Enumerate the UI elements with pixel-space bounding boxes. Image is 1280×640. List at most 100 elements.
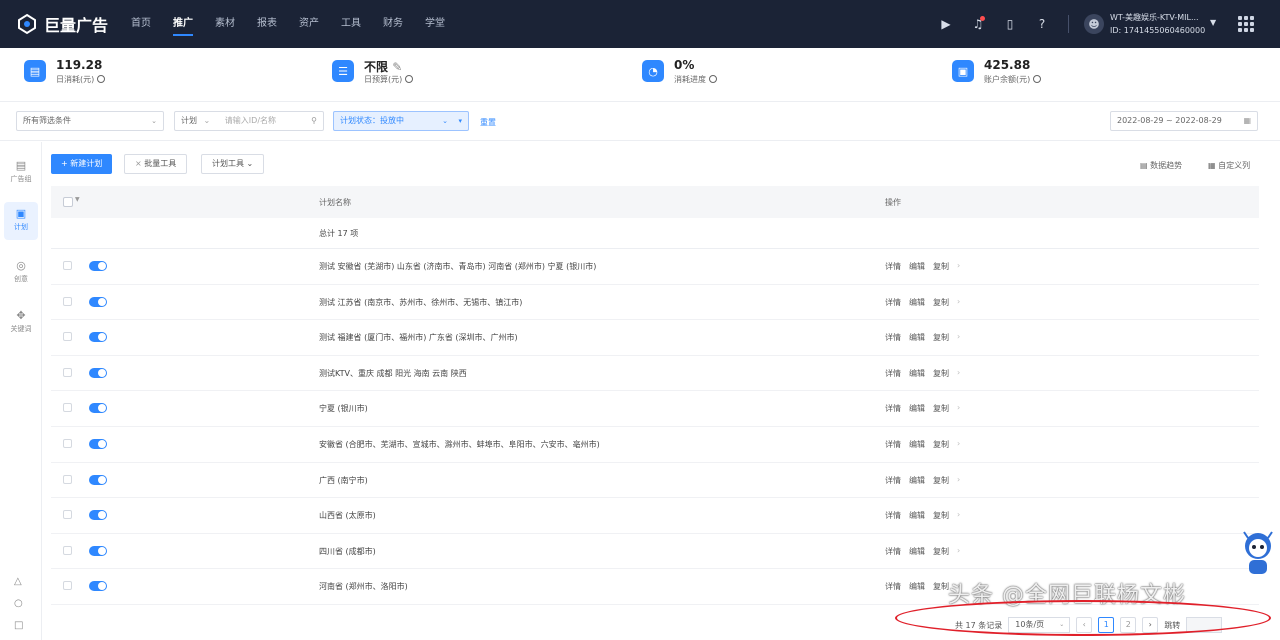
more-icon[interactable]: › [957, 297, 960, 308]
chevron-down-icon[interactable]: ▼ [1210, 18, 1216, 27]
status-toggle[interactable] [89, 474, 107, 485]
status-toggle[interactable] [89, 296, 107, 307]
plan-tool-button[interactable]: 计划工具 ⌄ [201, 154, 265, 174]
expand-icon[interactable]: □ [14, 620, 23, 631]
chevron-down-icon[interactable]: ▼ [75, 196, 80, 203]
detail-link[interactable]: 详情 [885, 439, 901, 450]
copy-link[interactable]: 复制 [933, 332, 949, 343]
status-toggle[interactable] [89, 403, 107, 414]
edit-link[interactable]: 编辑 [909, 510, 925, 521]
all-filters-select[interactable]: 所有筛选条件 ⌄ [16, 111, 164, 131]
avatar[interactable]: ☻ [1084, 14, 1104, 34]
copy-link[interactable]: 复制 [933, 475, 949, 486]
edit-link[interactable]: 编辑 [909, 261, 925, 272]
row-checkbox[interactable] [63, 403, 72, 413]
edit-link[interactable]: 编辑 [909, 368, 925, 379]
row-checkbox[interactable] [63, 261, 72, 270]
apps-grid-icon[interactable] [1238, 16, 1254, 32]
edit-link[interactable]: 编辑 [909, 403, 925, 414]
plan-search[interactable]: 计划 ⌄ 请输入ID/名称 ⚲ [174, 111, 324, 131]
megaphone-icon[interactable]: ▶ [936, 14, 956, 34]
select-all-checkbox[interactable] [63, 197, 73, 207]
row-checkbox[interactable] [63, 510, 72, 520]
reset-link[interactable]: 重置 [480, 117, 496, 128]
copy-link[interactable]: 复制 [933, 403, 949, 414]
edit-link[interactable]: 编辑 [909, 581, 925, 592]
detail-link[interactable]: 详情 [885, 403, 901, 414]
sidebar-item-adgroup[interactable]: ▤ 广告组 [4, 154, 38, 192]
circle-icon[interactable]: ○ [14, 598, 23, 609]
nav-item-4[interactable]: 资产 [288, 0, 330, 48]
plan-name[interactable]: 河南省 (郑州市、洛阳市) [319, 581, 408, 592]
more-icon[interactable]: › [957, 475, 960, 486]
share-icon[interactable]: △ [14, 576, 22, 587]
plan-name[interactable]: 测试 福建省 (厦门市、福州市) 广东省 (深圳市、广州市) [319, 332, 518, 343]
detail-link[interactable]: 详情 [885, 581, 901, 592]
detail-link[interactable]: 详情 [885, 297, 901, 308]
status-toggle[interactable] [89, 581, 107, 592]
plan-name[interactable]: 宁夏 (银川市) [319, 403, 368, 414]
more-icon[interactable]: › [957, 546, 960, 557]
copy-link[interactable]: 复制 [933, 546, 949, 557]
info-icon[interactable] [97, 75, 106, 83]
assistant-robot-icon[interactable] [1240, 528, 1276, 580]
status-toggle[interactable] [89, 545, 107, 556]
account-info[interactable]: WT-美趣娱乐-KTV-MIL... ID: 1741455060460000 [1110, 11, 1205, 37]
more-icon[interactable]: › [957, 332, 960, 343]
status-toggle[interactable] [89, 332, 107, 343]
edit-link[interactable]: 编辑 [909, 475, 925, 486]
nav-item-6[interactable]: 财务 [372, 0, 414, 48]
copy-link[interactable]: 复制 [933, 297, 949, 308]
detail-link[interactable]: 详情 [885, 510, 901, 521]
edit-link[interactable]: 编辑 [909, 297, 925, 308]
info-icon[interactable] [1033, 75, 1042, 83]
copy-link[interactable]: 复制 [933, 368, 949, 379]
custom-columns-button[interactable]: ▦ 自定义列 [1208, 160, 1250, 171]
plan-name[interactable]: 测试 江苏省 (南京市、苏州市、徐州市、无锡市、镇江市) [319, 297, 522, 308]
copy-link[interactable]: 复制 [933, 581, 949, 592]
logo[interactable]: 巨量广告 [16, 12, 108, 36]
sidebar-item-keyword[interactable]: ✥ 关键词 [4, 304, 38, 342]
more-icon[interactable]: › [957, 510, 960, 521]
status-toggle[interactable] [89, 261, 107, 271]
more-icon[interactable]: › [957, 439, 960, 450]
detail-link[interactable]: 详情 [885, 261, 901, 272]
nav-item-2[interactable]: 素材 [204, 0, 246, 48]
detail-link[interactable]: 详情 [885, 546, 901, 557]
row-checkbox[interactable] [63, 332, 72, 342]
search-input[interactable]: 请输入ID/名称 [225, 116, 276, 125]
batch-tool-button[interactable]: × 批量工具 [124, 154, 188, 174]
copy-link[interactable]: 复制 [933, 261, 949, 272]
more-icon[interactable]: › [957, 368, 960, 379]
info-icon[interactable] [709, 75, 717, 83]
detail-link[interactable]: 详情 [885, 368, 901, 379]
plan-name[interactable]: 山西省 (太原市) [319, 510, 376, 521]
edit-link[interactable]: 编辑 [909, 332, 925, 343]
row-checkbox[interactable] [63, 296, 72, 306]
nav-item-5[interactable]: 工具 [330, 0, 372, 48]
plan-name[interactable]: 四川省 (成都市) [319, 546, 376, 557]
status-toggle[interactable] [89, 510, 107, 521]
date-range-picker[interactable]: 2022-08-29 ~ 2022-08-29 ▦ [1110, 111, 1258, 131]
nav-item-3[interactable]: 报表 [246, 0, 288, 48]
status-toggle[interactable] [89, 438, 107, 449]
more-icon[interactable]: › [957, 403, 960, 414]
edit-icon[interactable]: ✎ [392, 60, 402, 74]
plan-name[interactable]: 安徽省 (合肥市、芜湖市、宣城市、滁州市、蚌埠市、阜阳市、六安市、亳州市) [319, 439, 600, 450]
more-icon[interactable]: › [957, 261, 960, 272]
status-toggle[interactable] [89, 367, 107, 378]
copy-link[interactable]: 复制 [933, 439, 949, 450]
sidebar-item-creative[interactable]: ◎ 创意 [4, 254, 38, 292]
detail-link[interactable]: 详情 [885, 475, 901, 486]
plan-type-select[interactable]: 计划 [181, 116, 197, 125]
new-plan-button[interactable]: + 新建计划 [51, 154, 113, 174]
edit-link[interactable]: 编辑 [909, 546, 925, 557]
help-icon[interactable]: ? [1032, 14, 1052, 34]
edit-link[interactable]: 编辑 [909, 439, 925, 450]
plan-status-select[interactable]: 计划状态：投放中 ⌄ ▾ [333, 111, 469, 131]
detail-link[interactable]: 详情 [885, 332, 901, 343]
search-icon[interactable]: ⚲ [311, 112, 317, 130]
phone-icon[interactable]: ▯ [1000, 14, 1020, 34]
nav-item-1[interactable]: 推广 [162, 0, 204, 48]
row-checkbox[interactable] [63, 474, 72, 484]
